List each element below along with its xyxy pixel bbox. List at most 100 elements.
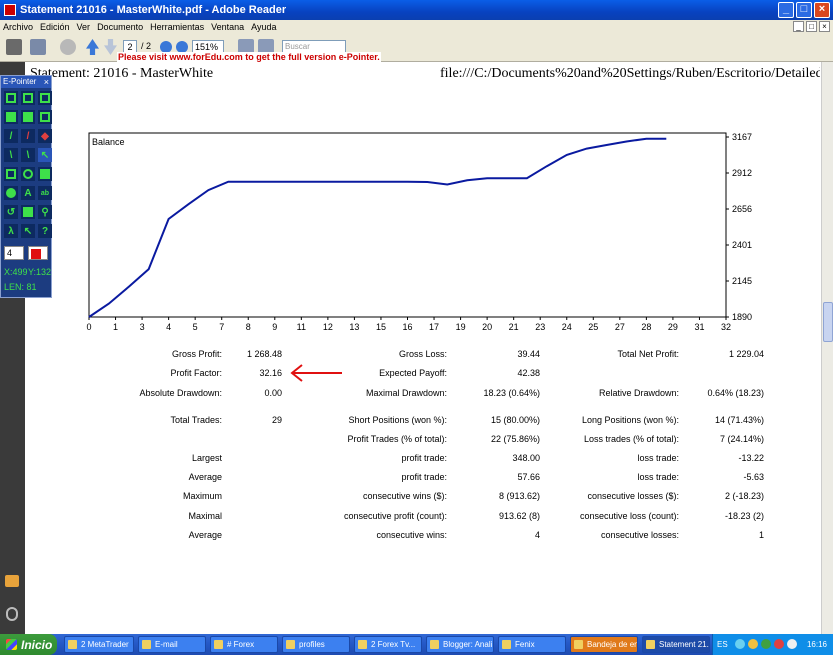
x-tick-label: 9: [272, 322, 277, 332]
pointer-icon[interactable]: ↖: [21, 224, 35, 238]
max-consecutive-wins-label: consecutive wins ($):: [362, 491, 447, 501]
menu-edicion[interactable]: Edición: [40, 22, 70, 32]
start-button[interactable]: Inicio: [0, 634, 57, 655]
taskbar-btn-forex-tv[interactable]: 2 Forex Tv...: [354, 636, 422, 653]
taskbar-btn-inbox[interactable]: Bandeja de en...: [570, 636, 638, 653]
vertical-scrollbar[interactable]: [821, 62, 833, 634]
menu-documento[interactable]: Documento: [97, 22, 143, 32]
text-small-icon[interactable]: ab: [38, 186, 52, 200]
x-tick-label: 8: [246, 322, 251, 332]
arrow-tool-icon[interactable]: ↖: [38, 148, 52, 162]
doc-restore-icon[interactable]: □: [806, 21, 817, 32]
language-indicator[interactable]: ES: [717, 640, 728, 649]
taskbar-btn-statement[interactable]: Statement 21...: [642, 636, 710, 653]
undo-icon[interactable]: ↺: [4, 205, 18, 219]
maximal-drawdown-value: 18.23 (0.64%): [483, 388, 540, 398]
security-icon[interactable]: [774, 639, 784, 649]
antivirus-icon[interactable]: [761, 639, 771, 649]
comments-icon[interactable]: [5, 575, 19, 587]
epointer-length: LEN: 81: [4, 282, 37, 292]
total-trades-value: 29: [271, 415, 282, 425]
menu-archivo[interactable]: Archivo: [3, 22, 33, 32]
maximize-icon[interactable]: □: [796, 2, 812, 18]
doc-close-icon[interactable]: ×: [819, 21, 830, 32]
avg-consecutive-losses-value: 1: [758, 530, 764, 540]
taskbar-btn-forex[interactable]: # Forex: [210, 636, 278, 653]
loss-trades-label: Loss trades (% of total):: [583, 434, 679, 444]
next-page-icon[interactable]: [104, 39, 117, 55]
diagonal-line-icon[interactable]: \: [21, 148, 35, 162]
email-icon[interactable]: [30, 39, 46, 55]
hand-icon[interactable]: [60, 39, 76, 55]
text-tool-icon[interactable]: A: [21, 186, 35, 200]
rectangle-icon[interactable]: [4, 167, 18, 181]
save-icon[interactable]: [21, 91, 35, 105]
line-width-select[interactable]: 4: [4, 246, 24, 260]
color-select[interactable]: [28, 246, 48, 260]
max-consecutive-wins-value: 8 (913.62): [498, 491, 540, 501]
annotation-arrow: [290, 364, 342, 382]
taskbar-btn-profiles[interactable]: profiles: [282, 636, 350, 653]
print-icon[interactable]: [6, 39, 22, 55]
taskbar-btn-email[interactable]: E-mail: [138, 636, 206, 653]
maximum-label: Maximum: [182, 491, 222, 501]
scrollbar-thumb[interactable]: [823, 302, 833, 342]
epointer-panel[interactable]: E-Pointer × / / ◆ \ \ ↖ A ab ↺ ⚲ λ ↖ ? 4…: [0, 75, 52, 298]
taskbar-btn-fenix[interactable]: Fenix: [498, 636, 566, 653]
epointer-close-icon[interactable]: ×: [44, 76, 49, 88]
document-header-title: Statement: 21016 - MasterWhite: [30, 66, 214, 81]
open-folder-icon[interactable]: [4, 91, 18, 105]
paste-icon[interactable]: [21, 110, 35, 124]
capture-icon[interactable]: [38, 91, 52, 105]
menu-ver[interactable]: Ver: [77, 22, 91, 32]
relative-drawdown-label: Relative Drawdown:: [598, 388, 679, 398]
highlight-icon[interactable]: [21, 205, 35, 219]
taskbar-btn-blogger[interactable]: Blogger: Anali...: [426, 636, 494, 653]
ellipse-icon[interactable]: [21, 167, 35, 181]
zoom-tool-icon[interactable]: ⚲: [38, 205, 52, 219]
doc-minimize-icon[interactable]: _: [793, 21, 804, 32]
taskbar-btn-metatrader[interactable]: 2 MetaTrader: [64, 636, 134, 653]
epointer-title-bar[interactable]: E-Pointer ×: [1, 76, 51, 88]
clear-icon[interactable]: [38, 110, 52, 124]
maximal-consecutive-profit-label: consecutive profit (count):: [343, 511, 447, 521]
max-consecutive-losses-value: 2 (-18.23): [724, 491, 764, 501]
x-tick-label: 1: [113, 322, 118, 332]
x-tick-label: 4: [166, 322, 171, 332]
eraser-icon[interactable]: ◆: [38, 129, 52, 143]
epointer-tool-grid: / / ◆ \ \ ↖ A ab ↺ ⚲ λ ↖ ?: [4, 91, 52, 238]
average-label: Average: [188, 472, 222, 482]
long-positions-value: 14 (71.43%): [714, 415, 764, 425]
absolute-drawdown-value: 0.00: [264, 388, 282, 398]
maximal-drawdown-label: Maximal Drawdown:: [365, 388, 447, 398]
y-tick-label: 2912: [732, 168, 752, 178]
messenger-icon[interactable]: [748, 639, 758, 649]
maximal-consecutive-loss-label: consecutive loss (count):: [579, 511, 679, 521]
menu-ayuda[interactable]: Ayuda: [251, 22, 276, 32]
menu-herramientas[interactable]: Herramientas: [150, 22, 204, 32]
average-profit-value: 57.66: [517, 472, 540, 482]
help-icon[interactable]: ?: [38, 224, 52, 238]
previous-page-icon[interactable]: [86, 39, 99, 55]
x-tick-label: 16: [402, 322, 412, 332]
filled-ellipse-icon[interactable]: [4, 186, 18, 200]
minimize-icon[interactable]: _: [778, 2, 794, 18]
y-tick-label: 3167: [732, 132, 752, 142]
network-icon[interactable]: [735, 639, 745, 649]
close-icon[interactable]: ×: [814, 2, 830, 18]
pen-icon[interactable]: /: [4, 129, 18, 143]
volume-icon[interactable]: [787, 639, 797, 649]
filled-rectangle-icon[interactable]: [38, 167, 52, 181]
lambda-tool-icon[interactable]: λ: [4, 224, 18, 238]
maximal-consecutive-profit-value: 913.62 (8): [498, 511, 540, 521]
loss-trades-value: 7 (24.14%): [719, 434, 764, 444]
x-tick-label: 3: [140, 322, 145, 332]
copy-icon[interactable]: [4, 110, 18, 124]
marker-icon[interactable]: /: [21, 129, 35, 143]
x-tick-label: 27: [615, 322, 625, 332]
attachments-icon[interactable]: [6, 607, 18, 621]
total-trades-label: Total Trades:: [170, 415, 222, 425]
line-icon[interactable]: \: [4, 148, 18, 162]
menu-ventana[interactable]: Ventana: [211, 22, 244, 32]
window-title-bar[interactable]: Statement 21016 - MasterWhite.pdf - Adob…: [0, 0, 833, 20]
